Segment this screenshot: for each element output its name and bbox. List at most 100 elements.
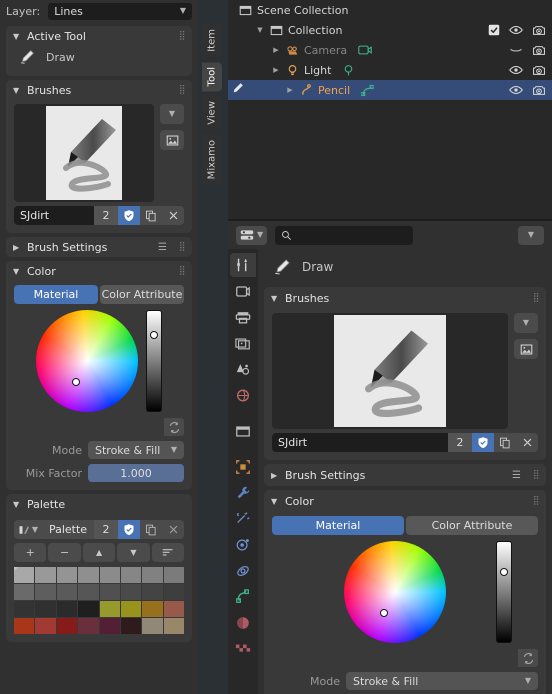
brush-dropdown-button[interactable]: ▼ [160,104,184,124]
outliner-row[interactable]: ▶ Camera [228,40,552,60]
gp-data-icon[interactable] [361,84,376,97]
drag-grip-icon[interactable]: ⣿ [179,242,186,252]
palette-sort-button[interactable] [151,543,185,562]
palette-users-count[interactable]: 2 [94,520,118,539]
palette-swatch[interactable] [78,601,99,617]
palette-swatch[interactable] [56,601,78,617]
panel-palette-header[interactable]: ▼ Palette [6,494,192,514]
editor-type-button[interactable]: ▼ [236,225,268,245]
eye-icon[interactable] [509,84,523,96]
props-brush-dropdown-button[interactable]: ▼ [514,313,538,333]
palette-swatch[interactable] [120,584,142,600]
palette-duplicate-button[interactable] [140,520,162,539]
panel-brush-settings-header[interactable]: ▶ Brush Settings ☰ ⣿ [6,237,192,257]
properties-tab-physics[interactable] [230,559,256,583]
layer-dropdown[interactable]: Lines ▼ [48,2,192,20]
value-slider[interactable] [146,310,162,412]
drag-grip-icon[interactable]: ⣿ [179,266,186,276]
props-swap-colors-button[interactable] [518,649,538,667]
palette-swatch[interactable] [78,584,99,600]
brush-unlink-button[interactable] [162,206,184,225]
palette-swatch[interactable] [35,618,56,634]
outliner-row[interactable]: ▼ Collection [228,20,552,40]
camera-icon[interactable] [532,64,546,77]
properties-filter-button[interactable]: ▼ [518,225,544,245]
drag-grip-icon[interactable]: ⣿ [533,496,540,506]
palette-swatch[interactable] [35,567,56,583]
camera-icon[interactable] [532,44,546,57]
props-panel-color-header[interactable]: ▼ Color ⣿ [264,490,546,512]
panel-brushes-header[interactable]: ▼ Brushes ⣿ [6,80,192,100]
palette-swatch[interactable] [14,601,35,617]
palette-swatch[interactable] [56,567,78,583]
preset-list-icon[interactable]: ☰ [512,470,521,481]
camera-green-icon[interactable] [358,44,372,56]
palette-swatch[interactable] [142,584,163,600]
palette-swatch[interactable] [120,567,142,583]
props-tab-color-attribute[interactable]: Color Attribute [406,516,538,535]
palette-swatch[interactable] [99,584,120,600]
palette-name-field[interactable]: Palette [42,520,94,539]
palette-swatch[interactable] [163,567,184,583]
palette-move-up-button[interactable]: ▲ [82,543,116,562]
light-data-icon[interactable] [342,64,355,77]
props-brush-image-button[interactable] [514,339,538,359]
outliner-expand-toggle[interactable]: ▶ [271,46,281,54]
palette-swatch[interactable] [163,584,184,600]
palette-swatch[interactable] [14,584,35,600]
properties-search-input[interactable] [275,225,414,245]
palette-swatch[interactable] [78,618,99,634]
sidebar-tab-item[interactable]: Item [202,24,222,57]
props-value-slider[interactable] [496,541,512,643]
palette-unlink-button[interactable] [162,520,184,539]
eye-icon[interactable] [509,24,523,36]
outliner-expand-toggle[interactable]: ▼ [255,26,265,34]
properties-tab-effects[interactable] [230,507,256,531]
palette-swatch[interactable] [56,584,78,600]
palette-swatch[interactable] [142,601,163,617]
panel-color-header[interactable]: ▼ Color ⣿ [6,261,192,281]
brush-users-count[interactable]: 2 [94,206,118,225]
props-brush-unlink-button[interactable] [516,433,538,452]
palette-swatch[interactable] [35,584,56,600]
preset-list-icon[interactable]: ☰ [158,242,167,253]
sidebar-tab-mixamo[interactable]: Mixamo [202,134,222,185]
palette-swatch[interactable] [163,601,184,617]
outliner-row[interactable]: Scene Collection [228,0,552,20]
props-brush-name-field[interactable]: SJdirt [272,433,448,452]
checkbox-checked-icon[interactable] [488,24,500,36]
panel-active-tool-header[interactable]: ▼ Active Tool ⣿ [6,26,192,46]
props-tab-material[interactable]: Material [272,516,404,535]
props-value-slider-cursor[interactable] [500,568,508,576]
camera-icon[interactable] [532,24,546,37]
properties-tab-object[interactable] [230,455,256,479]
eye-closed-icon[interactable] [509,44,523,56]
properties-tab-particles[interactable] [230,533,256,557]
palette-add-color-button[interactable]: + [14,543,47,562]
palette-swatch[interactable] [163,618,184,634]
properties-tab-scene[interactable] [230,357,256,381]
color-wheel-cursor[interactable] [72,378,80,386]
drag-grip-icon[interactable]: ⣿ [179,31,186,41]
drag-grip-icon[interactable]: ⣿ [533,470,540,480]
properties-tab-view-layer[interactable] [230,331,256,355]
properties-tab-collection[interactable] [230,419,256,443]
palette-move-down-button[interactable]: ▼ [117,543,150,562]
palette-swatch[interactable] [56,618,78,634]
properties-tab-world[interactable] [230,383,256,407]
palette-swatch[interactable] [142,618,163,634]
palette-swatch[interactable] [35,601,56,617]
brush-duplicate-button[interactable] [140,206,162,225]
camera-icon[interactable] [532,84,546,97]
brush-preview[interactable] [14,104,154,202]
palette-fake-user-button[interactable] [118,520,140,539]
brush-fake-user-button[interactable] [118,206,140,225]
drag-grip-icon[interactable]: ⣿ [179,85,186,95]
properties-tab-texture[interactable] [230,637,256,661]
properties-tab-modifiers[interactable] [230,481,256,505]
properties-tab-output[interactable] [230,305,256,329]
palette-remove-color-button[interactable]: − [48,543,81,562]
palette-swatch[interactable] [14,618,35,634]
palette-swatch[interactable] [99,618,120,634]
props-panel-brushes-header[interactable]: ▼ Brushes ⣿ [264,287,546,309]
